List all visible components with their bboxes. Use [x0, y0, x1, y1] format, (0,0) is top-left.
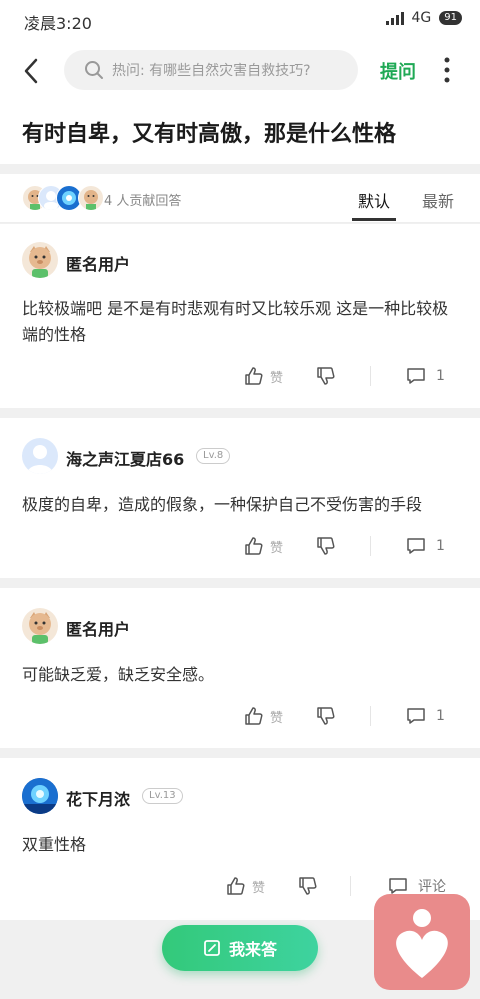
dislike-button[interactable]: [316, 366, 336, 386]
like-icon: [227, 877, 245, 895]
comment-count: 1: [436, 368, 445, 384]
divider: [370, 366, 371, 386]
avatar[interactable]: [22, 242, 58, 278]
comment-button[interactable]: 1: [406, 366, 445, 386]
like-label: 赞: [270, 540, 284, 556]
search-icon: [85, 61, 103, 79]
status-time: 凌晨3:20: [24, 14, 92, 33]
edit-icon: [204, 940, 220, 956]
ask-question-button[interactable]: 提问: [380, 58, 416, 84]
answer-button-label: 我来答: [228, 940, 277, 959]
network-type: 4G: [411, 10, 432, 26]
answers-header: 4 人贡献回答 默认 最新: [0, 174, 480, 223]
dislike-button[interactable]: [316, 536, 336, 556]
user-name[interactable]: 花下月浓: [66, 786, 130, 810]
back-icon[interactable]: [20, 54, 44, 88]
divider: [370, 706, 371, 726]
avatar[interactable]: [22, 608, 58, 644]
question-section: 有时自卑，又有时高傲，那是什么性格: [0, 102, 480, 164]
user-name[interactable]: 匿名用户: [66, 616, 130, 640]
top-bar: 热问: 有哪些自然灾害自救技巧? 提问: [0, 40, 480, 102]
like-button[interactable]: 赞: [244, 536, 283, 556]
answer-card: 匿名用户 比较极端吧 是不是有时悲观有时又比较乐观 这是一种比较极端的性格 赞 …: [0, 224, 480, 408]
answer-text: 极度的自卑，造成的假象，一种保护自己不受伤害的手段: [22, 495, 423, 514]
answer-card: 匿名用户 可能缺乏爱，缺乏安全感。 赞 1: [0, 588, 480, 748]
comment-count: 1: [436, 538, 445, 554]
user-level-badge: Lv.8: [196, 448, 231, 464]
like-button[interactable]: 赞: [226, 876, 265, 896]
comment-button[interactable]: 1: [406, 536, 445, 556]
dislike-icon: [317, 537, 335, 555]
signal-icon: [385, 11, 404, 25]
answer-text: 双重性格: [22, 835, 87, 854]
active-tab-indicator: [352, 218, 396, 221]
like-icon: [245, 707, 263, 725]
like-icon: [245, 537, 263, 555]
dislike-button[interactable]: [316, 706, 336, 726]
like-label: 赞: [270, 370, 284, 386]
comment-icon: [407, 368, 425, 384]
comment-icon: [407, 538, 425, 554]
user-level-badge: Lv.13: [142, 788, 183, 804]
comment-count: 1: [436, 708, 445, 724]
answer-button[interactable]: 我来答: [162, 925, 318, 971]
dislike-icon: [317, 367, 335, 385]
like-button[interactable]: 赞: [244, 706, 283, 726]
status-indicators: 4G 91: [385, 10, 462, 26]
like-label: 赞: [270, 710, 284, 726]
divider: [370, 536, 371, 556]
comment-label: 评论: [418, 879, 446, 895]
comment-icon: [389, 878, 407, 894]
user-name[interactable]: 海之声江夏店66: [66, 446, 184, 470]
divider: [350, 876, 351, 896]
answer-card: 海之声江夏店66 Lv.8 极度的自卑，造成的假象，一种保护自己不受伤害的手段 …: [0, 418, 480, 578]
battery-icon: 91: [439, 11, 462, 25]
avatar[interactable]: [22, 438, 58, 474]
status-bar: 凌晨3:20 4G 91: [0, 0, 480, 40]
comment-button[interactable]: 评论: [388, 876, 446, 896]
search-box[interactable]: 热问: 有哪些自然灾害自救技巧?: [64, 50, 358, 90]
dislike-icon: [299, 877, 317, 895]
comment-icon: [407, 708, 425, 724]
more-icon[interactable]: [440, 56, 454, 84]
like-button[interactable]: 赞: [244, 366, 283, 386]
answer-text: 可能缺乏爱，缺乏安全感。: [22, 665, 215, 684]
tab-default[interactable]: 默认: [358, 188, 390, 212]
avatar[interactable]: [22, 778, 58, 814]
comment-button[interactable]: 1: [406, 706, 445, 726]
search-placeholder: 热问: 有哪些自然灾害自救技巧?: [112, 63, 311, 79]
app-logo: [374, 894, 470, 990]
user-name[interactable]: 匿名用户: [66, 251, 130, 275]
like-label: 赞: [252, 880, 266, 896]
tab-latest[interactable]: 最新: [422, 188, 454, 212]
dislike-icon: [317, 707, 335, 725]
avatar: [78, 185, 104, 211]
contributors-count: 4 人贡献回答: [104, 194, 182, 209]
answer-text: 比较极端吧 是不是有时悲观有时又比较乐观 这是一种比较极端的性格: [22, 299, 449, 344]
dislike-button[interactable]: [298, 876, 318, 896]
like-icon: [245, 367, 263, 385]
question-title: 有时自卑，又有时高傲，那是什么性格: [22, 122, 397, 147]
